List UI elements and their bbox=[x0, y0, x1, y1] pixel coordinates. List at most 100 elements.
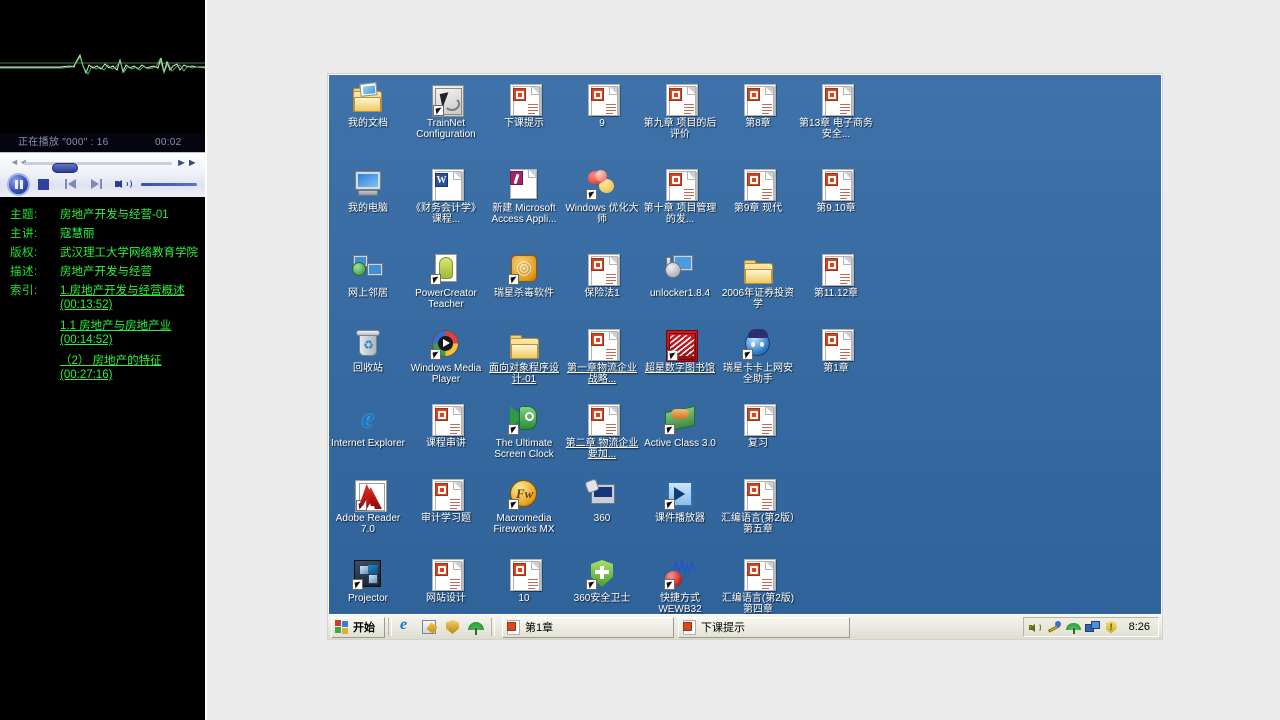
desktop-icon-label: Macromedia Fireworks MX bbox=[493, 513, 555, 535]
desktop-icon[interactable]: 第13章 电子商务安全... bbox=[797, 83, 875, 140]
desktop-icon[interactable]: 快捷方式 WEWB32 bbox=[641, 558, 719, 615]
desktop-icon[interactable]: 网上邻居 bbox=[329, 253, 407, 299]
start-button[interactable]: 开始 bbox=[331, 616, 385, 638]
powerpoint-file-icon bbox=[744, 169, 776, 201]
desktop-icon[interactable]: W 《财务会计学》课程... bbox=[407, 168, 485, 225]
volume-icon[interactable] bbox=[115, 177, 133, 191]
desktop-icon[interactable]: 瑞星卡卡上网安全助手 bbox=[719, 328, 797, 385]
desktop-icon[interactable]: 新建 Microsoft Access Appli... bbox=[485, 168, 563, 225]
wrench-icon[interactable] bbox=[1047, 620, 1062, 635]
desktop-icon[interactable]: 保险法1 bbox=[563, 253, 641, 299]
desktop-icon[interactable]: 超星数字图书馆 bbox=[641, 328, 719, 374]
desktop-icon[interactable]: 面向对象程序设计-01 bbox=[485, 328, 563, 385]
desktop-icon-label: 面向对象程序设计-01 bbox=[489, 363, 559, 385]
warning-shield-icon[interactable] bbox=[1104, 620, 1119, 635]
sound-wave bbox=[1036, 622, 1041, 632]
desktop-icon[interactable]: 课件播放器 bbox=[641, 478, 719, 524]
desktop-icon[interactable]: 360 bbox=[563, 478, 641, 524]
desktop-icon[interactable]: 课程串讲 bbox=[407, 403, 485, 449]
internet-explorer-icon: e bbox=[362, 403, 374, 433]
shortcut-arrow-icon bbox=[430, 349, 441, 360]
desktop-icon[interactable]: 9 bbox=[563, 83, 641, 129]
next-triangle-icon bbox=[91, 179, 99, 189]
pause-button[interactable] bbox=[7, 173, 30, 196]
note-shape bbox=[422, 620, 436, 634]
metadata-row-description: 描述: 房地产开发与经营 bbox=[10, 265, 201, 280]
desktop-icon[interactable]: PowerCreator Teacher bbox=[407, 253, 485, 310]
desktop-icon[interactable]: 第二章 物流企业要加... bbox=[563, 403, 641, 460]
desktop-icon[interactable]: Windows 优化大师 bbox=[563, 168, 641, 225]
windows-desktop[interactable]: 我的文档 TrainNet Configuration 下课提示 9 第九章 项目的后评… bbox=[329, 75, 1161, 638]
desktop-icon-label: 360 bbox=[593, 513, 611, 524]
windows-optimizer-icon bbox=[586, 168, 618, 200]
active-class-icon bbox=[664, 403, 696, 435]
taskbar-window-button[interactable]: 第1章 bbox=[502, 616, 674, 638]
desktop-icon[interactable]: unlocker1.8.4 bbox=[641, 253, 719, 299]
desktop-icon[interactable]: 审计学习题 bbox=[407, 478, 485, 524]
projector-icon bbox=[352, 558, 384, 590]
desktop-icon[interactable]: Active Class 3.0 bbox=[641, 403, 719, 449]
shortcut-arrow-icon bbox=[586, 189, 597, 200]
desktop-icon[interactable]: 下课提示 bbox=[485, 83, 563, 129]
desktop-icon[interactable]: 第9.10章 bbox=[797, 168, 875, 214]
volume-icon[interactable] bbox=[1028, 620, 1043, 635]
desktop-icon[interactable]: 网站设计 bbox=[407, 558, 485, 604]
desktop-icon-label: 第11.12章 bbox=[813, 288, 859, 299]
desktop-icon[interactable]: 10 bbox=[485, 558, 563, 604]
desktop-icon[interactable]: Macromedia Fireworks MX bbox=[485, 478, 563, 535]
desktop-icon[interactable]: e Internet Explorer bbox=[329, 403, 407, 450]
desktop-icon[interactable]: 复习 bbox=[719, 403, 797, 449]
index-link[interactable]: （2） 房地产的特征(00:27:16) bbox=[60, 354, 201, 382]
powerpoint-file-icon bbox=[510, 559, 542, 591]
taskbar-window-label: 下课提示 bbox=[701, 622, 745, 634]
superstar-library-icon bbox=[666, 330, 698, 362]
desktop-icon[interactable]: 第十章 项目管理的发... bbox=[641, 168, 719, 225]
desktop-icon[interactable]: 第11.12章 bbox=[797, 253, 875, 299]
desktop-icon[interactable]: 第1章 bbox=[797, 328, 875, 374]
index-link[interactable]: 1.1 房地产与房地产业(00:14:52) bbox=[60, 319, 201, 347]
taskbar-clock[interactable]: 8:26 bbox=[1123, 621, 1154, 633]
previous-track-button[interactable] bbox=[65, 178, 79, 190]
desktop-icon-label: 第13章 电子商务安全... bbox=[799, 118, 873, 140]
fast-forward-icon[interactable]: ►► bbox=[176, 157, 198, 169]
desktop-icon[interactable]: 第一章物流企业战略... bbox=[563, 328, 641, 385]
seek-slider[interactable] bbox=[24, 162, 172, 173]
internet-explorer-icon[interactable] bbox=[399, 616, 415, 635]
powerpoint-file-icon bbox=[822, 329, 854, 361]
desktop-icon-label: 360安全卫士 bbox=[573, 593, 631, 604]
umbrella-icon[interactable] bbox=[468, 619, 484, 635]
desktop-icon[interactable]: TrainNet Configuration bbox=[407, 83, 485, 140]
stop-button[interactable] bbox=[38, 179, 49, 190]
desktop-icon-label: 瑞星杀毒软件 bbox=[494, 288, 554, 299]
desktop-icon[interactable]: Windows Media Player bbox=[407, 328, 485, 385]
desktop-icon-label: Windows Media Player bbox=[410, 363, 482, 385]
volume-slider[interactable] bbox=[141, 183, 197, 186]
desktop-icon[interactable]: 第9章 现代 bbox=[719, 168, 797, 214]
copyright-label: 版权: bbox=[10, 247, 38, 259]
network-icon[interactable] bbox=[1084, 620, 1100, 635]
desktop-icon[interactable]: 第九章 项目的后评价 bbox=[641, 83, 719, 140]
desktop-icon[interactable]: ♻ 回收站 bbox=[329, 328, 407, 374]
my-computer-icon bbox=[352, 168, 384, 200]
desktop-icon-label: TrainNet Configuration bbox=[416, 118, 476, 140]
desktop-icon-label: 快捷方式 WEWB32 bbox=[658, 593, 702, 615]
desktop-icon[interactable]: 360安全卫士 bbox=[563, 558, 641, 604]
taskbar-window-button[interactable]: 下课提示 bbox=[678, 616, 850, 638]
desktop-icon[interactable]: 汇编语言(第2版）第五章 bbox=[719, 478, 797, 535]
desktop-icon[interactable]: Projector bbox=[329, 558, 407, 604]
desktop-icon[interactable]: 我的文档 bbox=[329, 82, 407, 129]
umbrella-icon[interactable] bbox=[1065, 620, 1081, 635]
folder-icon bbox=[509, 333, 541, 365]
next-track-button[interactable] bbox=[88, 178, 102, 190]
index-link[interactable]: 1.房地产开发与经营概述(00:13:52) bbox=[60, 284, 201, 312]
desktop-icon[interactable]: 2006年证券投资学 bbox=[719, 253, 797, 310]
desktop-icon[interactable]: 第8章 bbox=[719, 83, 797, 129]
show-desktop-icon[interactable] bbox=[422, 619, 438, 635]
desktop-icon[interactable]: The Ultimate Screen Clock bbox=[485, 403, 563, 460]
desktop-icon[interactable]: 我的电脑 bbox=[329, 168, 407, 214]
shortcut-arrow-icon bbox=[508, 499, 519, 510]
shield-icon[interactable] bbox=[445, 619, 461, 635]
desktop-icon[interactable]: 瑞星杀毒软件 bbox=[485, 253, 563, 299]
desktop-icon[interactable]: 汇编语言(第2版)第四章 bbox=[719, 558, 797, 615]
desktop-icon[interactable]: Adobe Reader 7.0 bbox=[329, 478, 407, 535]
